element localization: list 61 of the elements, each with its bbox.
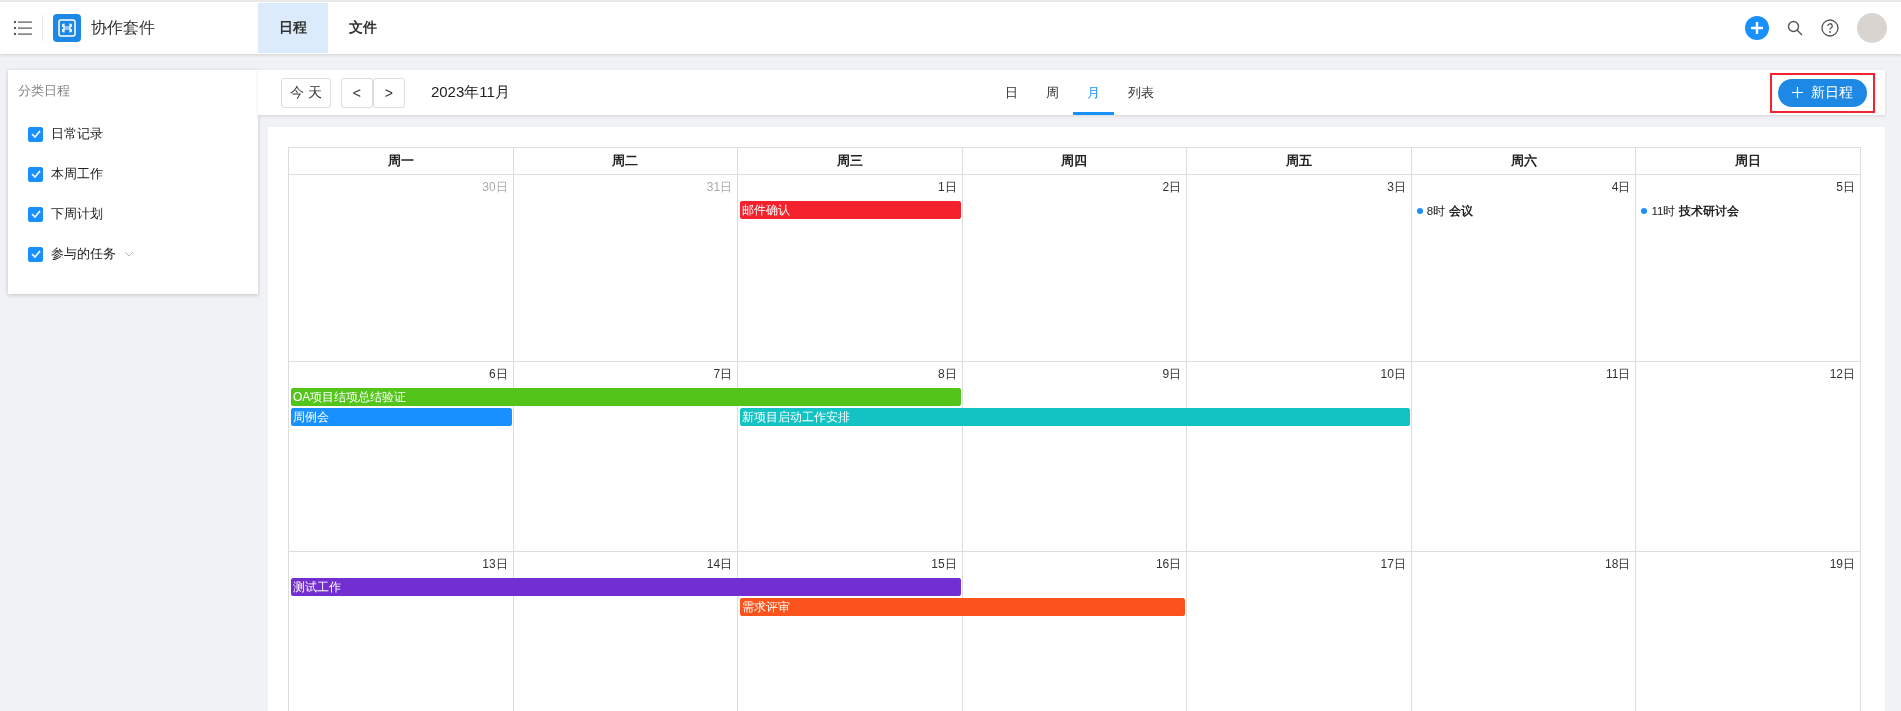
- event-title[interactable]: 会议: [1449, 203, 1474, 219]
- event-title[interactable]: 技术研讨会: [1679, 203, 1740, 219]
- weekday-header: 周四: [962, 148, 1188, 175]
- day-number: 16日: [1154, 556, 1183, 573]
- checkbox[interactable]: [28, 166, 43, 182]
- weekday-header: 周六: [1411, 148, 1637, 175]
- day-number: 15日: [930, 556, 958, 573]
- new-event-button[interactable]: 新日程: [1778, 78, 1867, 107]
- category-label[interactable]: 本周工作: [51, 165, 103, 183]
- event-time: 11时: [1651, 203, 1676, 219]
- day-number: 3日: [1386, 179, 1407, 196]
- next-button[interactable]: >: [372, 77, 405, 108]
- day-number: 7日: [712, 366, 734, 383]
- day-number: 30日: [481, 179, 509, 196]
- weekday-header: 周二: [513, 148, 739, 175]
- help-icon[interactable]: [1821, 19, 1839, 37]
- logo-icon: [53, 14, 81, 42]
- checkbox[interactable]: [28, 126, 43, 142]
- event-bar[interactable]: 测试工作: [291, 578, 961, 596]
- day-number: 9日: [1161, 366, 1183, 383]
- prev-button[interactable]: <: [340, 77, 373, 108]
- chevron-down-icon[interactable]: [124, 251, 134, 257]
- category-label[interactable]: 参与的任务: [51, 245, 116, 263]
- nav-tab[interactable]: 文件: [328, 3, 398, 53]
- day-number: 8日: [937, 366, 958, 383]
- day-number: 5日: [1835, 179, 1856, 196]
- search-icon[interactable]: [1787, 20, 1803, 36]
- day-number: 11日: [1604, 366, 1632, 383]
- event-time: 8时: [1426, 203, 1446, 219]
- view-tab[interactable]: 列表: [1114, 70, 1169, 115]
- event-bar[interactable]: 邮件确认: [740, 201, 961, 219]
- day-number: 31日: [705, 179, 734, 196]
- add-icon[interactable]: [1745, 16, 1769, 40]
- plus-icon: [1792, 87, 1803, 98]
- category-label[interactable]: 日常记录: [51, 125, 103, 143]
- view-tab[interactable]: 日: [991, 70, 1033, 115]
- weekday-header: 周日: [1636, 148, 1861, 175]
- weekday-header: 周一: [289, 148, 514, 175]
- checkbox[interactable]: [28, 206, 43, 222]
- day-number: 19日: [1828, 556, 1856, 573]
- day-number: 14日: [705, 556, 734, 573]
- day-number: 10日: [1379, 366, 1407, 383]
- app-name: 协作套件: [91, 17, 155, 38]
- day-number: 2日: [1161, 179, 1183, 196]
- day-number: 18日: [1604, 556, 1632, 573]
- day-number: 13日: [481, 556, 509, 573]
- menu-icon[interactable]: [14, 21, 32, 35]
- weekday-header: 周五: [1187, 148, 1412, 175]
- checkbox[interactable]: [28, 246, 43, 262]
- nav-tab[interactable]: 日程: [258, 3, 328, 53]
- today-button[interactable]: 今 天: [281, 77, 331, 108]
- day-number: 6日: [487, 366, 509, 383]
- day-number: 1日: [937, 179, 958, 196]
- day-number: 17日: [1379, 556, 1407, 573]
- sidebar-title: 分类日程: [17, 82, 71, 100]
- weekday-header: 周三: [738, 148, 963, 175]
- category-label[interactable]: 下周计划: [51, 205, 103, 223]
- day-number: 12日: [1828, 366, 1856, 383]
- day-number: 4日: [1610, 179, 1632, 196]
- view-tab[interactable]: 周: [1032, 70, 1074, 115]
- period-label: 2023年11月: [430, 83, 510, 102]
